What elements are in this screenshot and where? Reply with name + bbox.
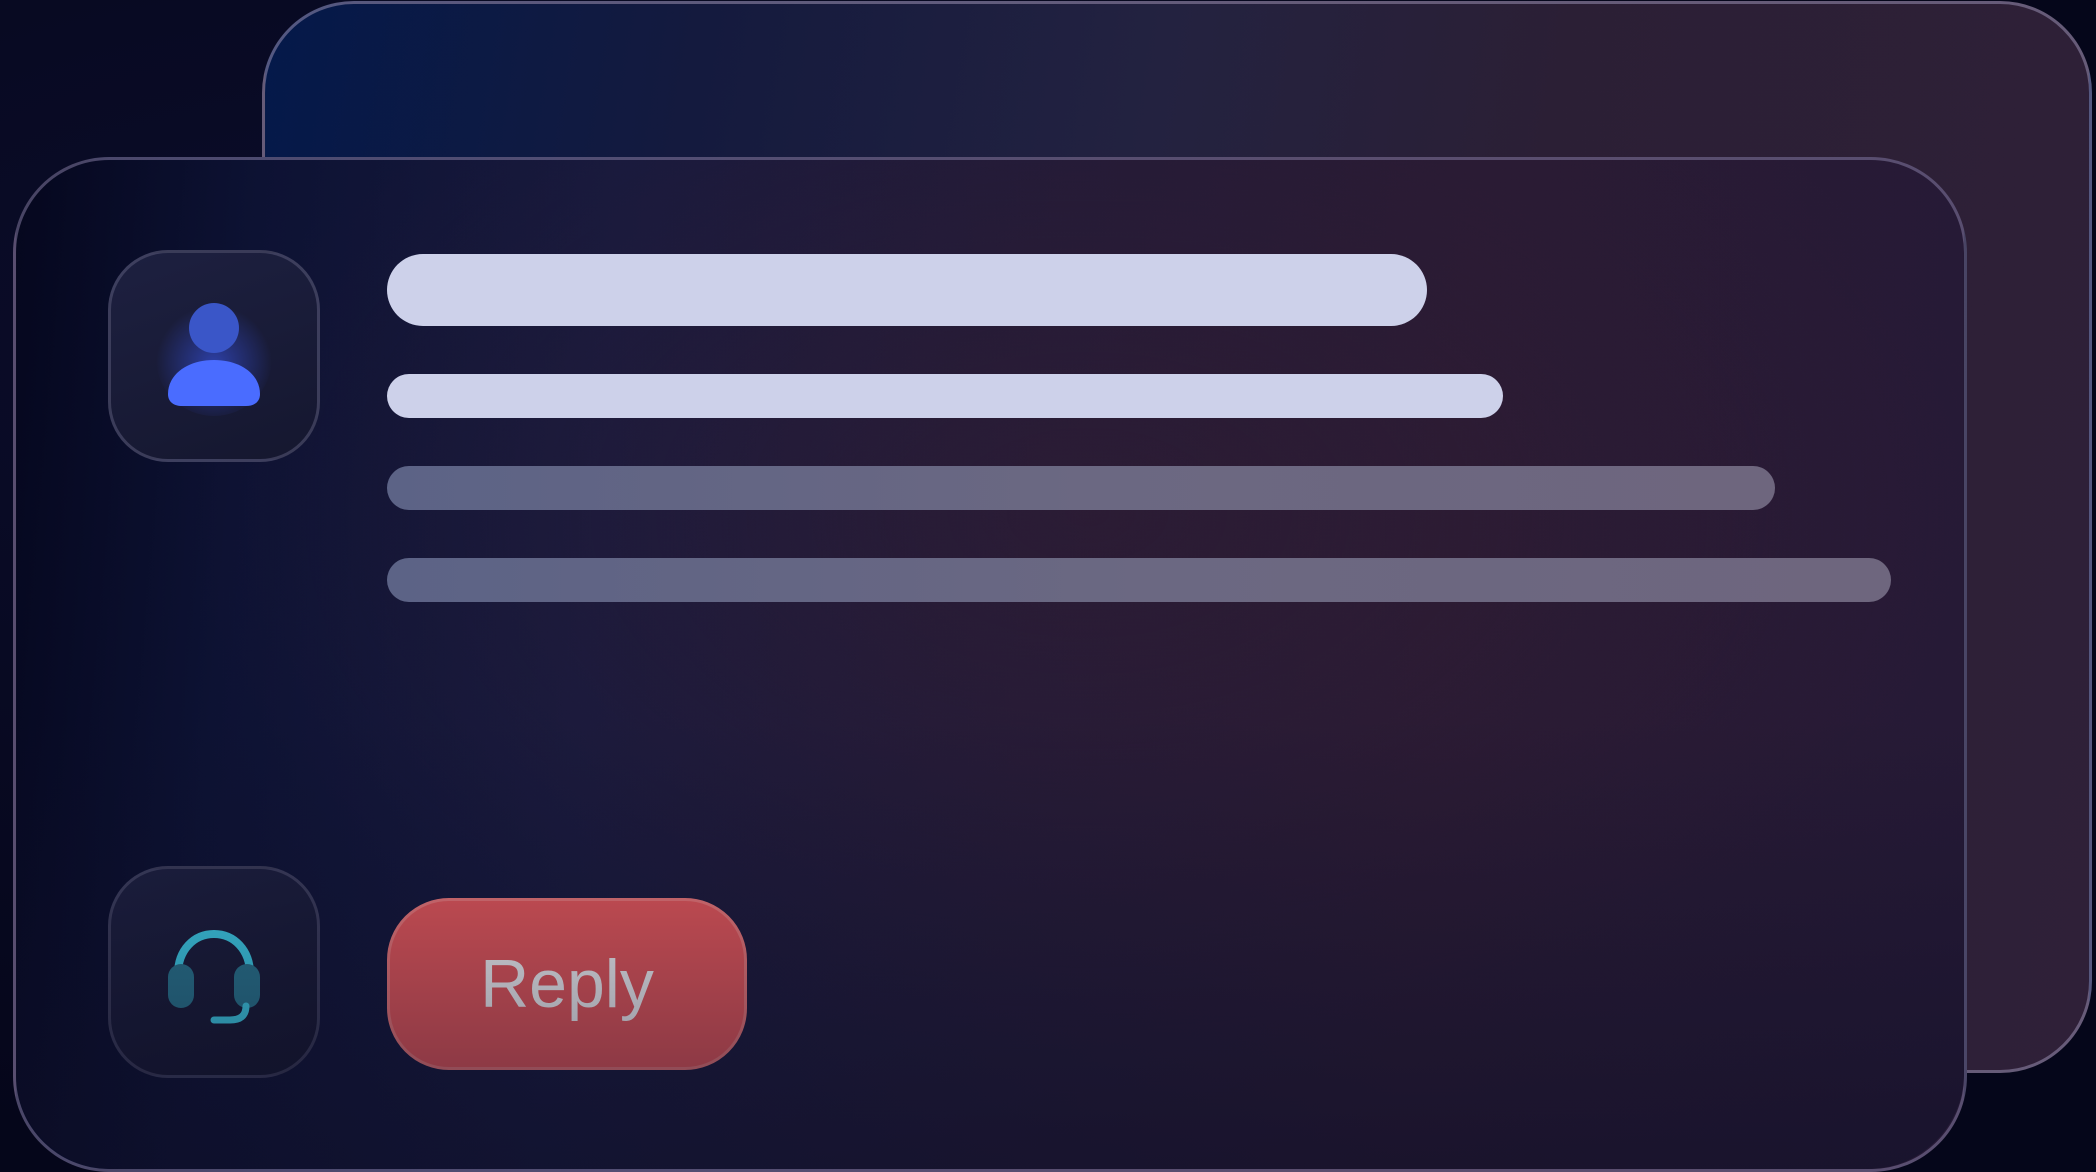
- avatar-container: [108, 250, 320, 462]
- message-title-placeholder: [387, 254, 1427, 326]
- headset-icon: [168, 929, 260, 1024]
- message-card: Reply: [13, 157, 1967, 1172]
- message-body-line-placeholder: [387, 466, 1775, 510]
- stage: Reply: [0, 0, 2096, 1172]
- message-body-line-placeholder: [387, 558, 1891, 602]
- support-agent-container: [108, 866, 320, 1078]
- reply-button[interactable]: Reply: [387, 898, 747, 1070]
- user-avatar-icon: [156, 300, 272, 416]
- message-subtitle-placeholder: [387, 374, 1503, 418]
